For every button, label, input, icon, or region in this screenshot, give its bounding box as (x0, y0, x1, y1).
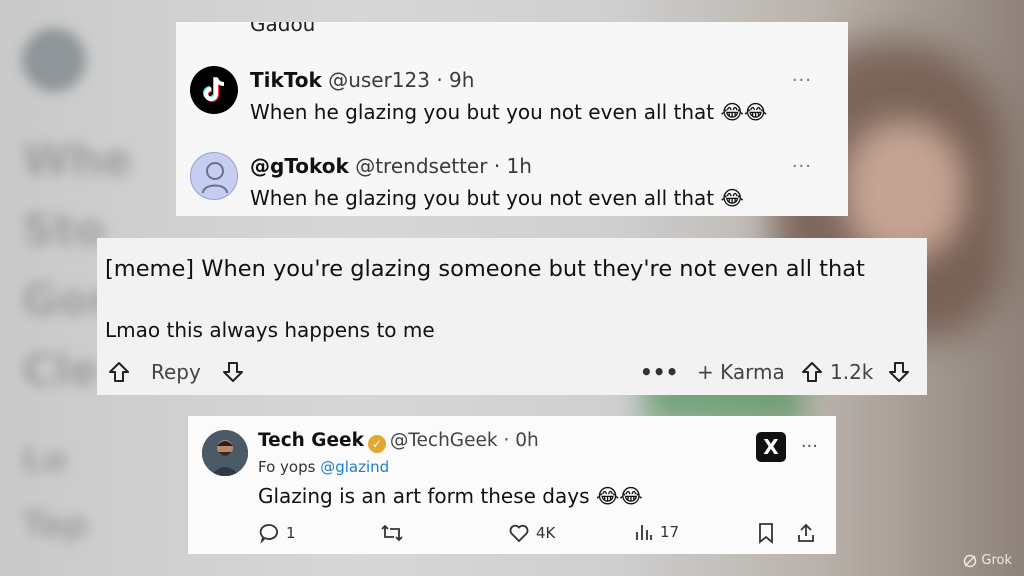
grok-watermark: Grok (963, 553, 1012, 568)
blurred-avatar (22, 28, 86, 92)
post-text: When he glazing you but you not even all… (250, 100, 768, 124)
meme-post-card: [meme] When you're glazing someone but t… (97, 238, 927, 395)
verified-badge-icon: ✓ (367, 435, 386, 453)
author-name[interactable]: @gTokok (250, 154, 349, 178)
mention-link[interactable]: @glazind (320, 458, 389, 476)
author-name[interactable]: TikTok (250, 68, 322, 92)
blurred-text: Cle (22, 345, 100, 396)
watermark-text: Grok (981, 553, 1012, 568)
more-options-icon[interactable]: ··· (792, 70, 812, 91)
replying-to: Fo yops @glazind (258, 458, 389, 476)
repost-icon (381, 524, 403, 542)
downvote-icon[interactable] (221, 360, 245, 384)
upvote-icon[interactable] (107, 360, 131, 384)
comment-icon (259, 524, 278, 544)
post-trendsetter[interactable]: @gTokok @trendsetter · 1h When he glazin… (190, 152, 830, 216)
post-actions: Repy ••• + Karma 1.2k (105, 356, 917, 390)
more-options-icon[interactable]: ••• (640, 360, 678, 384)
reply-button[interactable]: 1 (258, 522, 296, 544)
karma-button[interactable]: + Karma (697, 360, 785, 384)
posts-card: Gadou TikTok @user123 · 9h When he glazi… (176, 22, 848, 216)
cutoff-text: Gadou (250, 22, 316, 36)
post-header: Tech Geek ✓ @TechGeek · 0h (258, 430, 539, 453)
like-count: 4K (536, 524, 556, 542)
author-handle[interactable]: @TechGeek (390, 430, 498, 451)
more-options-icon[interactable]: ··· (801, 436, 818, 457)
avatar[interactable] (202, 430, 248, 476)
post-text: When he glazing you but you not even all… (250, 186, 744, 210)
reply-button[interactable]: Repy (107, 360, 245, 384)
blurred-text: Tap (22, 505, 89, 545)
author-name[interactable]: Tech Geek (258, 430, 364, 451)
post-header: @gTokok @trendsetter · 1h (250, 154, 532, 178)
post-time: · 9h (436, 68, 475, 92)
share-icon (798, 523, 814, 542)
blurred-text: Sto (22, 205, 105, 256)
post-time: · 1h (493, 154, 532, 178)
blurred-text: Lo (22, 440, 68, 480)
grok-logo-icon (964, 554, 977, 567)
views-icon (636, 525, 652, 540)
share-button[interactable] (796, 522, 816, 544)
tiktok-logo-icon[interactable] (190, 66, 238, 114)
downvote-icon[interactable] (887, 360, 911, 384)
views-button[interactable]: 17 (634, 522, 679, 542)
author-handle[interactable]: @trendsetter (355, 154, 487, 178)
bookmark-icon (759, 523, 773, 544)
meme-title: [meme] When you're glazing someone but t… (105, 256, 865, 282)
post-header: TikTok @user123 · 9h (250, 68, 474, 92)
x-post-card[interactable]: Tech Geek ✓ @TechGeek · 0h Fo yops @glazin… (188, 416, 836, 554)
post-text: Glazing is an art form these days 😂😂 (258, 484, 643, 508)
author-handle[interactable]: @user123 (328, 68, 430, 92)
user-avatar-icon[interactable] (190, 152, 238, 200)
replying-to-prefix: Fo yops (258, 458, 316, 476)
score-group: 1.2k (800, 360, 911, 384)
blurred-text: Whe (22, 135, 132, 186)
repost-button[interactable] (380, 522, 404, 544)
score-count: 1.2k (830, 360, 874, 384)
heart-icon (509, 524, 529, 543)
reply-count: 1 (286, 524, 296, 542)
meme-body: Lmao this always happens to me (105, 318, 435, 342)
post-time: · 0h (503, 430, 539, 451)
like-button[interactable]: 4K (508, 522, 555, 544)
more-options-icon[interactable]: ··· (792, 156, 812, 177)
reply-label[interactable]: Repy (151, 360, 201, 384)
views-count: 17 (660, 523, 680, 541)
x-logo-icon: X (756, 432, 786, 462)
upvote-icon[interactable] (800, 360, 824, 384)
post-actions: 1 4K 17 (258, 522, 818, 546)
post-tiktok[interactable]: TikTok @user123 · 9h When he glazing you… (190, 66, 830, 136)
bookmark-button[interactable] (756, 522, 776, 544)
